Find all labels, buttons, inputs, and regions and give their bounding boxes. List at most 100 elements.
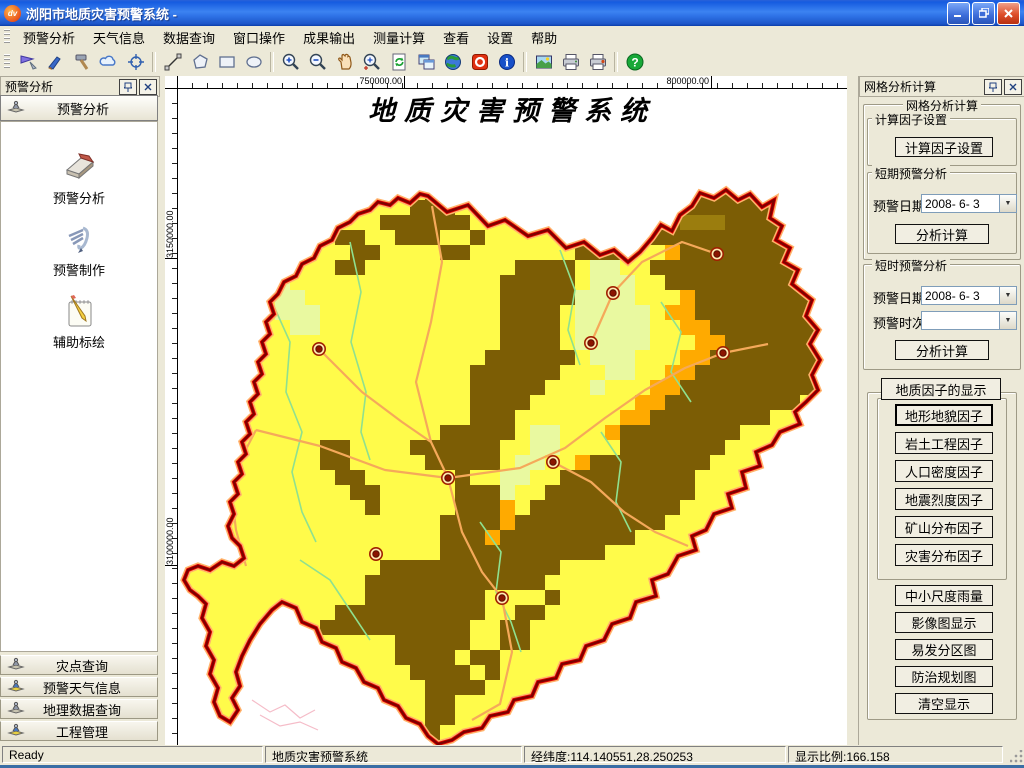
- locate-icon[interactable]: [122, 49, 149, 75]
- left-bottom-bar-label: 工程管理: [29, 722, 157, 741]
- map-edit-icon[interactable]: [14, 49, 41, 75]
- left-item-warning-analysis[interactable]: 预警分析: [1, 150, 157, 207]
- nowcast-analyze-button[interactable]: 分析计算: [895, 340, 989, 360]
- geo-factor-button-0[interactable]: 地形地貌因子: [895, 404, 993, 426]
- menu-grip[interactable]: [4, 29, 10, 45]
- chevron-down-icon[interactable]: ▼: [999, 312, 1016, 329]
- nowcast-time-label: 预警时次: [873, 313, 925, 332]
- menu-item-6[interactable]: 查看: [434, 26, 478, 49]
- menu-item-4[interactable]: 成果输出: [294, 26, 364, 49]
- chevron-down-icon[interactable]: ▼: [999, 287, 1016, 304]
- display-button-1[interactable]: 影像图显示: [895, 612, 993, 633]
- stamp-icon: [7, 701, 25, 717]
- menu-item-0[interactable]: 预警分析: [14, 26, 84, 49]
- toolbar-separator: [523, 52, 527, 72]
- vertical-ruler: 3150000.003100000.00: [165, 89, 178, 745]
- display-button-2[interactable]: 易发分区图: [895, 639, 993, 660]
- left-bottom-bar-label: 灾点查询: [29, 656, 157, 675]
- chevron-down-icon[interactable]: ▼: [999, 195, 1016, 212]
- hammer-icon[interactable]: [68, 49, 95, 75]
- map-image-icon[interactable]: [530, 49, 557, 75]
- ellipse-icon[interactable]: [240, 49, 267, 75]
- geo-factor-button-2[interactable]: 人口密度因子: [895, 460, 993, 482]
- town-marker[interactable]: [547, 456, 559, 468]
- map-splitter[interactable]: [847, 76, 852, 745]
- menu-item-8[interactable]: 帮助: [522, 26, 566, 49]
- geo-factor-header-button[interactable]: 地质因子的显示: [881, 378, 1001, 400]
- menu-item-2[interactable]: 数据查询: [154, 26, 224, 49]
- print-setup-icon[interactable]: [584, 49, 611, 75]
- nowcast-date-value: 2008- 6- 3: [922, 287, 999, 304]
- rectangle-icon[interactable]: [213, 49, 240, 75]
- status-ready: Ready: [2, 746, 263, 763]
- left-section-bar[interactable]: 预警分析: [0, 95, 158, 121]
- town-marker[interactable]: [370, 548, 382, 560]
- left-item-warning-making[interactable]: 预警制作: [1, 222, 157, 279]
- display-button-0[interactable]: 中小尺度雨量: [895, 585, 993, 606]
- cloud-icon[interactable]: [95, 49, 122, 75]
- pan-icon[interactable]: [331, 49, 358, 75]
- polygon-icon[interactable]: [186, 49, 213, 75]
- minimize-icon: [954, 9, 963, 18]
- zoom-extent-icon[interactable]: [358, 49, 385, 75]
- print-icon[interactable]: [557, 49, 584, 75]
- zoom-out-icon[interactable]: [304, 49, 331, 75]
- town-marker[interactable]: [442, 472, 454, 484]
- close-button[interactable]: [997, 2, 1020, 25]
- short-term-date-value: 2008- 6- 3: [922, 195, 999, 212]
- help-icon[interactable]: ?: [621, 49, 648, 75]
- map-title: 地质灾害预警系统: [368, 96, 656, 127]
- info-icon[interactable]: i: [493, 49, 520, 75]
- pin-icon[interactable]: [119, 79, 137, 95]
- map-canvas[interactable]: 地质灾害预警系统: [178, 89, 847, 745]
- display-button-3[interactable]: 防治规划图: [895, 666, 993, 687]
- geo-factor-button-4[interactable]: 矿山分布因子: [895, 516, 993, 538]
- menu-item-3[interactable]: 窗口操作: [224, 26, 294, 49]
- stamp-icon: [7, 657, 25, 673]
- refresh-icon[interactable]: [385, 49, 412, 75]
- resize-grip[interactable]: [1010, 750, 1023, 763]
- close-icon[interactable]: [139, 79, 157, 95]
- nowcast-date-combo[interactable]: 2008- 6- 3 ▼: [921, 286, 1017, 305]
- town-marker[interactable]: [313, 343, 325, 355]
- copy-window-icon[interactable]: [412, 49, 439, 75]
- geo-factor-button-5[interactable]: 灾害分布因子: [895, 544, 993, 566]
- toolbar-separator: [270, 52, 274, 72]
- geo-factor-button-1[interactable]: 岩土工程因子: [895, 432, 993, 454]
- menu-item-5[interactable]: 测量计算: [364, 26, 434, 49]
- map-area: 750000.00800000.00 3150000.003100000.00 …: [160, 76, 852, 745]
- globe-icon[interactable]: [439, 49, 466, 75]
- geo-factor-button-3[interactable]: 地震烈度因子: [895, 488, 993, 510]
- close-icon[interactable]: [1004, 79, 1022, 95]
- line-icon[interactable]: [159, 49, 186, 75]
- display-button-4[interactable]: 清空显示: [895, 693, 993, 714]
- factor-setting-button[interactable]: 计算因子设置: [895, 137, 993, 157]
- menu-item-1[interactable]: 天气信息: [84, 26, 154, 49]
- left-item-aux-plot[interactable]: 辅助标绘: [1, 294, 157, 351]
- brush-icon[interactable]: [41, 49, 68, 75]
- town-marker[interactable]: [496, 592, 508, 604]
- status-bar: Ready 地质灾害预警系统 经纬度:114.140551,28.250253 …: [0, 745, 1024, 765]
- town-marker[interactable]: [711, 248, 723, 260]
- pin-icon[interactable]: [984, 79, 1002, 95]
- town-marker[interactable]: [717, 347, 729, 359]
- toolbar-grip[interactable]: [4, 54, 10, 70]
- short-term-analyze-button[interactable]: 分析计算: [895, 224, 989, 244]
- h-ruler-major-tick: [404, 76, 405, 89]
- restore-button[interactable]: [972, 2, 995, 25]
- stop-icon[interactable]: [466, 49, 493, 75]
- left-bottom-bar-2[interactable]: 地理数据查询: [0, 699, 158, 719]
- stamp-color-icon: [7, 723, 25, 739]
- v-ruler-label: 3150000.00: [165, 186, 176, 258]
- left-bottom-bar-0[interactable]: 灾点查询: [0, 655, 158, 675]
- minimize-button[interactable]: [947, 2, 970, 25]
- short-term-date-combo[interactable]: 2008- 6- 3 ▼: [921, 194, 1017, 213]
- left-bottom-bar-1[interactable]: 预警天气信息: [0, 677, 158, 697]
- nowcast-date-label: 预警日期: [873, 288, 925, 307]
- town-marker[interactable]: [607, 287, 619, 299]
- left-bottom-bar-3[interactable]: 工程管理: [0, 721, 158, 741]
- menu-item-7[interactable]: 设置: [478, 26, 522, 49]
- nowcast-time-combo[interactable]: ▼: [921, 311, 1017, 330]
- town-marker[interactable]: [585, 337, 597, 349]
- zoom-in-icon[interactable]: [277, 49, 304, 75]
